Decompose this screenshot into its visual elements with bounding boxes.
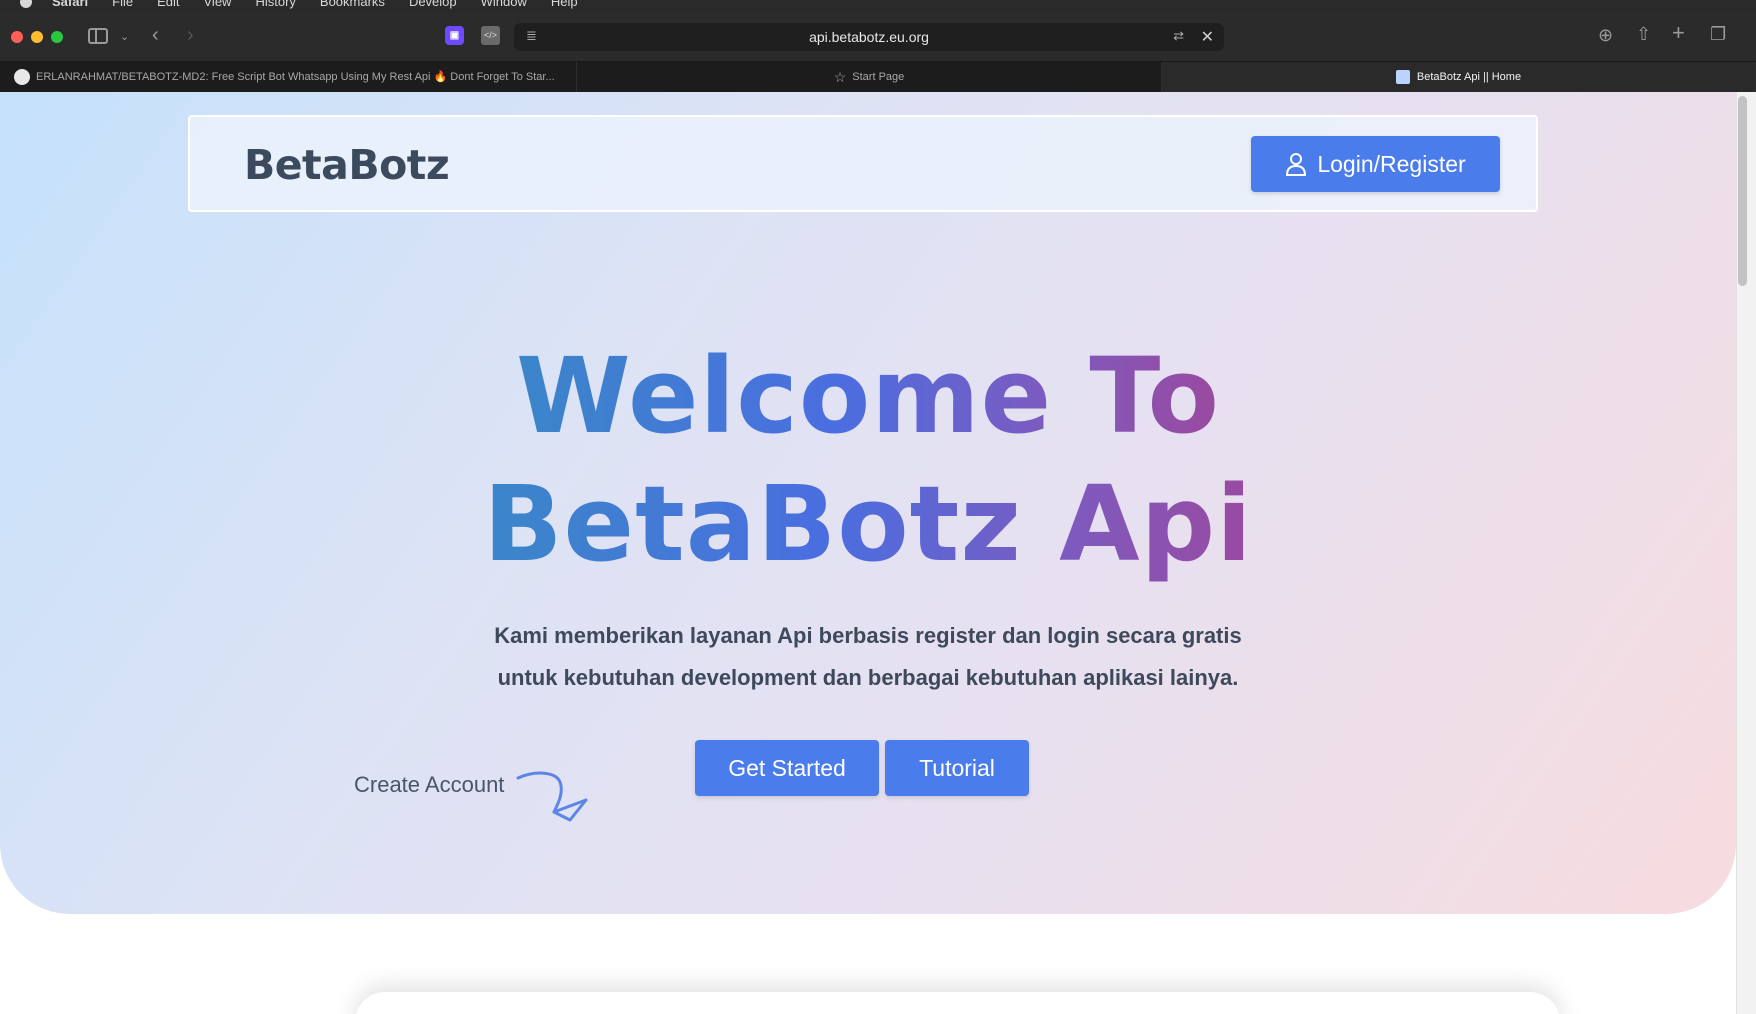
- extension-icon[interactable]: ▣: [445, 26, 464, 45]
- hero-headline-line1: Welcome To: [516, 335, 1220, 457]
- next-section-card: [355, 992, 1560, 1014]
- star-icon: ☆: [833, 69, 847, 85]
- tab-github[interactable]: ERLANRAHMAT/BETABOTZ-MD2: Free Script Bo…: [0, 62, 577, 92]
- menu-file[interactable]: File: [112, 0, 133, 9]
- zoom-window-button[interactable]: [51, 31, 63, 43]
- hero-section: BetaBotz Login/Register Welcome To BetaB…: [0, 92, 1736, 914]
- url-text: api.betabotz.eu.org: [809, 29, 929, 45]
- close-icon[interactable]: ✕: [1201, 27, 1214, 47]
- menu-safari[interactable]: Safari: [52, 0, 88, 9]
- login-register-label: Login/Register: [1317, 150, 1466, 177]
- hero-headline-line2: BetaBotz Api: [483, 463, 1253, 585]
- new-tab-icon[interactable]: +: [1672, 22, 1685, 44]
- curved-arrow-icon: [516, 771, 588, 822]
- menu-help[interactable]: Help: [551, 0, 578, 9]
- tab-label: BetaBotz Api || Home: [1416, 71, 1522, 83]
- create-account-label: Create Account: [354, 772, 505, 797]
- macos-menubar: Safari File Edit View History Bookmarks …: [0, 0, 1756, 12]
- tab-start-page[interactable]: ☆ Start Page: [577, 62, 1162, 92]
- scrollbar-thumb[interactable]: [1738, 96, 1747, 286]
- tab-overview-icon[interactable]: ❐: [1710, 24, 1726, 44]
- get-started-button[interactable]: Get Started: [695, 740, 879, 796]
- site-logo[interactable]: BetaBotz: [244, 141, 450, 189]
- tab-label: ERLANRAHMAT/BETABOTZ-MD2: Free Script Bo…: [36, 71, 555, 83]
- apple-icon[interactable]: [20, 0, 32, 8]
- tab-betabotz-home[interactable]: BetaBotz Api || Home: [1162, 62, 1756, 92]
- browser-toolbar: ⌄ ‹ › ▣ </> ≣ api.betabotz.eu.org ⇄ ✕ ⊕ …: [0, 12, 1756, 62]
- site-navbar: BetaBotz Login/Register: [188, 115, 1538, 212]
- share-icon[interactable]: ⇧: [1636, 24, 1651, 44]
- page-viewport: BetaBotz Login/Register Welcome To BetaB…: [0, 92, 1756, 1014]
- address-bar[interactable]: ≣ api.betabotz.eu.org ⇄ ✕: [514, 23, 1224, 51]
- menu-develop[interactable]: Develop: [409, 0, 457, 9]
- hero-subtitle: Kami memberikan layanan Api berbasis reg…: [0, 615, 1736, 699]
- sidebar-toggle-icon[interactable]: [88, 28, 108, 44]
- subtitle-line1: Kami memberikan layanan Api berbasis reg…: [494, 623, 1242, 648]
- chevron-down-icon[interactable]: ⌄: [120, 27, 129, 47]
- back-arrow-icon[interactable]: ‹: [152, 25, 159, 45]
- close-window-button[interactable]: [11, 31, 23, 43]
- favicon-icon: [1395, 70, 1410, 84]
- tutorial-button[interactable]: Tutorial: [885, 740, 1029, 796]
- login-register-button[interactable]: Login/Register: [1251, 136, 1500, 192]
- subtitle-line2: untuk kebutuhan development dan berbagai…: [497, 665, 1239, 690]
- translate-icon[interactable]: ⇄: [1173, 28, 1184, 44]
- github-icon: [14, 69, 30, 85]
- menu-view[interactable]: View: [204, 0, 232, 9]
- menu-history[interactable]: History: [255, 0, 295, 9]
- forward-arrow-icon[interactable]: ›: [187, 25, 194, 45]
- menu-window[interactable]: Window: [481, 0, 527, 9]
- user-icon: [1286, 153, 1307, 176]
- tab-label: Start Page: [852, 71, 905, 83]
- menu-edit[interactable]: Edit: [157, 0, 179, 9]
- tab-bar: ERLANRAHMAT/BETABOTZ-MD2: Free Script Bo…: [0, 62, 1756, 92]
- developer-extension-icon[interactable]: </>: [481, 26, 500, 45]
- minimize-window-button[interactable]: [31, 31, 43, 43]
- menu-bookmarks[interactable]: Bookmarks: [320, 0, 385, 9]
- download-icon[interactable]: ⊕: [1598, 25, 1613, 45]
